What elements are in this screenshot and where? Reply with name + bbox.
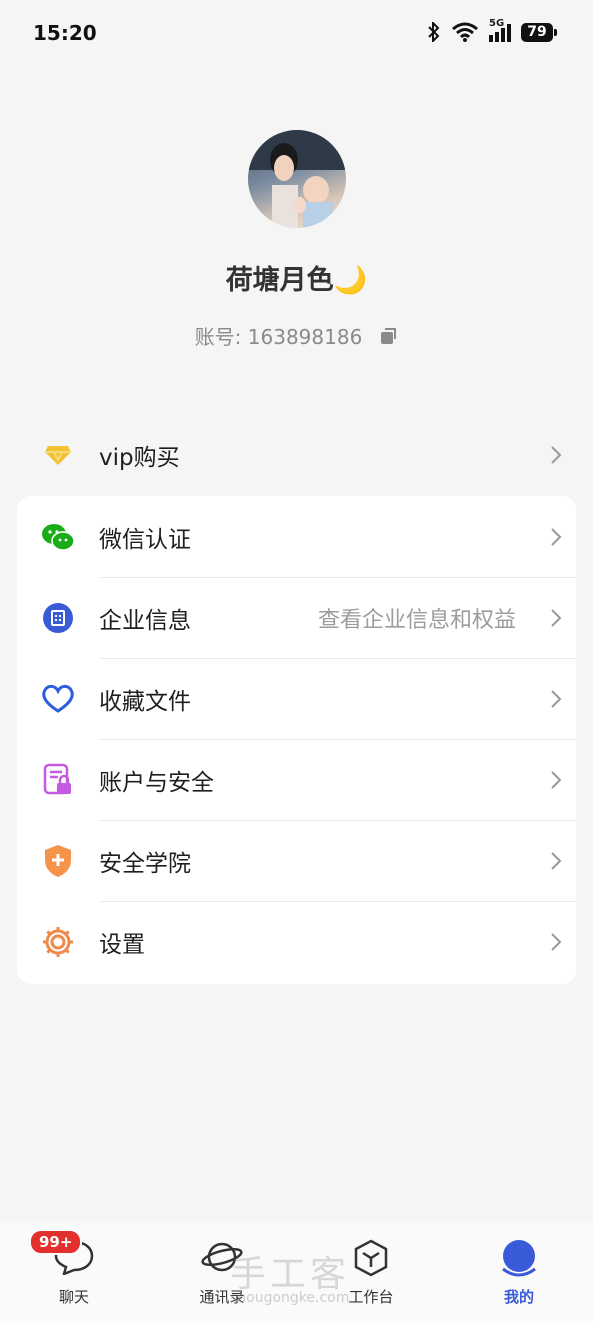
menu-item-label: 收藏文件 — [99, 688, 191, 715]
gear-icon — [17, 925, 99, 959]
menu-item-label: 安全学院 — [99, 850, 191, 877]
wifi-icon — [452, 22, 478, 42]
menu-item-account-security[interactable]: 账户与安全 — [17, 739, 576, 820]
menu-item-enterprise-info[interactable]: 企业信息 查看企业信息和权益 — [17, 577, 576, 658]
vip-label: vip购买 — [99, 445, 180, 471]
avatar[interactable] — [247, 130, 346, 228]
chevron-right-icon — [536, 608, 576, 628]
bluetooth-icon — [428, 22, 440, 42]
tab-label: 我的 — [503, 1288, 534, 1306]
tab-label: 聊天 — [58, 1288, 89, 1306]
document-lock-icon — [17, 763, 99, 797]
battery-icon: 79 — [521, 22, 557, 42]
chevron-right-icon — [536, 851, 576, 871]
chevron-right-icon — [536, 445, 576, 465]
chat-bubble-icon: 99+ — [29, 1229, 94, 1279]
unread-badge: 99+ — [29, 1229, 83, 1255]
building-icon — [17, 602, 99, 633]
copy-icon[interactable] — [378, 326, 398, 346]
menu-item-label: 企业信息 — [99, 607, 191, 634]
tab-me[interactable]: 我的 — [459, 1221, 579, 1321]
heart-icon — [17, 684, 99, 714]
account-id: 账号: 163898186 — [194, 325, 363, 349]
menu-item-label: 微信认证 — [99, 526, 191, 553]
menu-item-favorite-files[interactable]: 收藏文件 — [17, 658, 576, 739]
tab-chat[interactable]: 99+ 聊天 — [14, 1221, 134, 1321]
account-id-row: 账号: 163898186 — [0, 321, 593, 350]
menu-card: 微信认证 企业信息 查看企业信息和权益 收藏文件 账户与安全 安全学院 设置 — [17, 496, 576, 984]
status-time: 15:20 — [33, 21, 97, 45]
menu-item-label: 设置 — [99, 931, 145, 958]
profile-header: 荷塘月色🌙 账号: 163898186 — [0, 130, 593, 350]
enterprise-info-hint: 查看企业信息和权益 — [317, 607, 516, 633]
vip-purchase-row[interactable]: vip购买 — [17, 415, 576, 495]
menu-item-security-academy[interactable]: 安全学院 — [17, 820, 576, 901]
nickname: 荷塘月色🌙 — [225, 265, 368, 296]
watermark-url: shougongke.com — [230, 1290, 350, 1306]
profile-circle-icon — [500, 1239, 538, 1283]
menu-item-label: 账户与安全 — [99, 769, 214, 796]
menu-item-wechat-verify[interactable]: 微信认证 — [17, 496, 576, 577]
chevron-right-icon — [536, 689, 576, 709]
signal-icon: 5G — [489, 18, 511, 42]
status-icons: 5G 79 — [427, 18, 557, 42]
chevron-right-icon — [536, 527, 576, 547]
diamond-icon — [17, 444, 99, 466]
network-type: 5G — [489, 18, 505, 29]
wechat-icon — [17, 522, 99, 552]
chevron-right-icon — [536, 770, 576, 790]
menu-item-settings[interactable]: 设置 — [17, 901, 576, 982]
status-bar: 15:20 5G 79 — [0, 0, 593, 66]
chevron-right-icon — [536, 932, 576, 952]
cube-icon — [353, 1239, 389, 1281]
shield-icon — [17, 844, 99, 878]
